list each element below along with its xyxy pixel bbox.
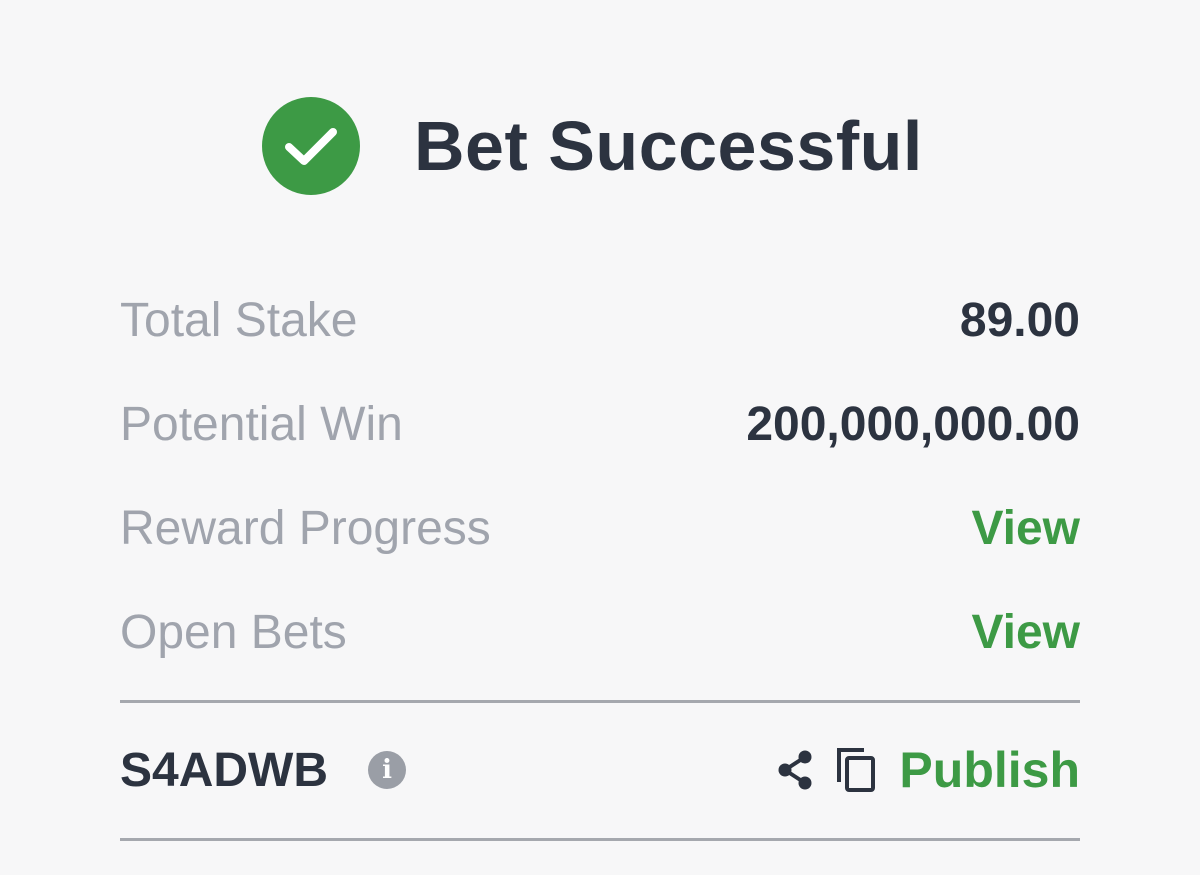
open-bets-label: Open Bets <box>120 605 347 659</box>
open-bets-view-link[interactable]: View <box>971 605 1080 660</box>
open-bets-row: Open Bets View <box>120 580 1080 684</box>
bet-summary: Total Stake 89.00 Potential Win 200,000,… <box>120 268 1080 684</box>
total-stake-row: Total Stake 89.00 <box>120 268 1080 372</box>
reward-progress-row: Reward Progress View <box>120 476 1080 580</box>
booking-code: S4ADWB <box>120 743 329 797</box>
divider <box>120 838 1080 841</box>
booking-code-group: S4ADWB i <box>120 743 407 798</box>
success-header: Bet Successful <box>262 96 923 196</box>
reward-progress-label: Reward Progress <box>120 501 491 555</box>
page-title: Bet Successful <box>414 107 923 185</box>
publish-button[interactable]: Publish <box>899 741 1080 799</box>
check-circle-icon <box>262 97 360 195</box>
potential-win-label: Potential Win <box>120 397 403 451</box>
booking-footer: S4ADWB i Publish <box>120 730 1080 810</box>
copy-icon[interactable] <box>835 746 877 794</box>
potential-win-value: 200,000,000.00 <box>746 397 1080 451</box>
share-icon[interactable] <box>775 748 817 792</box>
potential-win-row: Potential Win 200,000,000.00 <box>120 372 1080 476</box>
bet-success-panel: Bet Successful Total Stake 89.00 Potenti… <box>0 0 1200 875</box>
share-actions: Publish <box>775 741 1080 799</box>
reward-progress-view-link[interactable]: View <box>971 501 1080 556</box>
total-stake-value: 89.00 <box>959 293 1080 347</box>
info-icon[interactable]: i <box>368 751 407 789</box>
divider <box>120 700 1080 703</box>
total-stake-label: Total Stake <box>120 293 358 347</box>
